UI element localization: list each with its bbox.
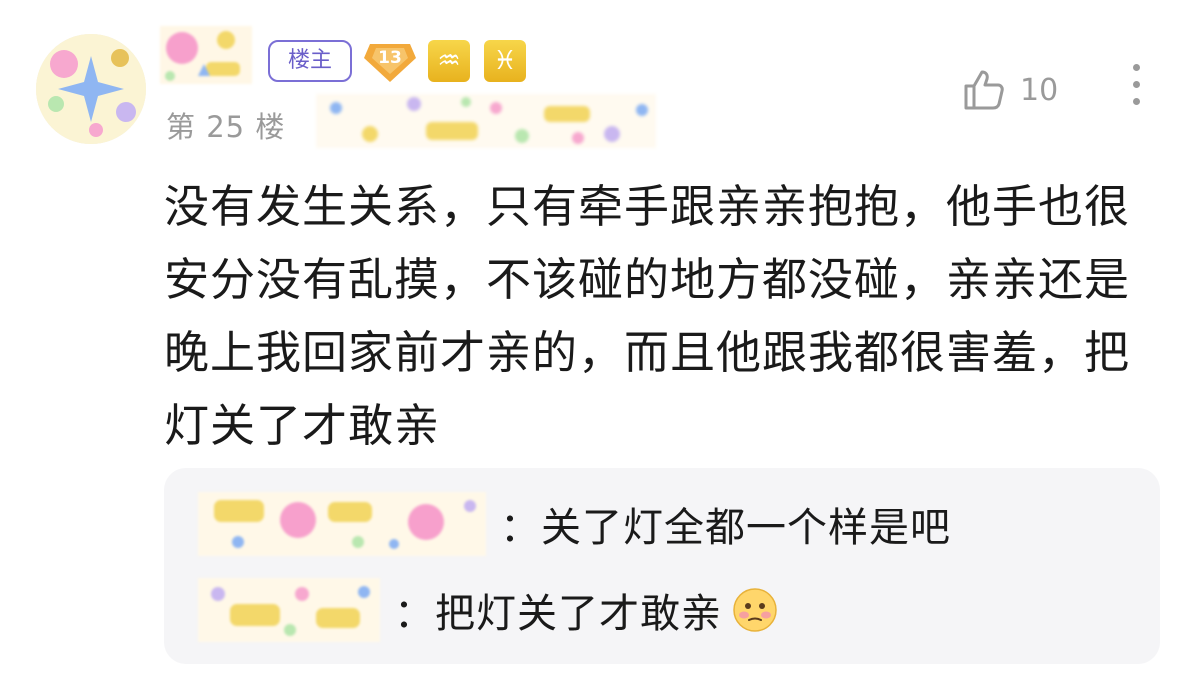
more-options-button[interactable] bbox=[1122, 64, 1150, 114]
like-count: 10 bbox=[1020, 72, 1059, 108]
username-blurred[interactable] bbox=[160, 26, 252, 84]
post-meta-blurred bbox=[316, 94, 656, 148]
vertical-dots-icon bbox=[1132, 64, 1140, 71]
post-content: 没有发生关系，只有牵手跟亲亲抱抱，他手也很安分没有乱摸，不该碰的地方都没碰，亲亲… bbox=[164, 180, 1131, 452]
reply-text: ：关了灯全都一个样是吧 bbox=[500, 505, 951, 551]
floor-label: 第 25 楼 bbox=[166, 110, 286, 144]
reply-username-blurred[interactable] bbox=[198, 578, 380, 642]
aquarius-icon: ♒ bbox=[428, 40, 470, 82]
reply-item[interactable]: ：关了灯全都一个样是吧 bbox=[198, 492, 951, 556]
level-number: 13 bbox=[378, 48, 402, 68]
reply-text: ：把灯关了才敢亲 bbox=[394, 591, 722, 637]
flushed-face-icon bbox=[732, 587, 778, 633]
level-badge: 13 bbox=[362, 38, 418, 84]
replies-panel[interactable]: ：关了灯全都一个样是吧 ：把灯关了才敢亲 bbox=[164, 468, 1160, 664]
avatar[interactable] bbox=[36, 34, 146, 144]
original-poster-badge: 楼主 bbox=[268, 40, 352, 82]
reply-username-blurred[interactable] bbox=[198, 492, 486, 556]
like-button[interactable]: 10 bbox=[960, 60, 1058, 120]
reply-item[interactable]: ：把灯关了才敢亲 bbox=[198, 578, 778, 642]
thumbs-up-icon bbox=[960, 66, 1008, 114]
pisces-icon: ♓ bbox=[484, 40, 526, 82]
